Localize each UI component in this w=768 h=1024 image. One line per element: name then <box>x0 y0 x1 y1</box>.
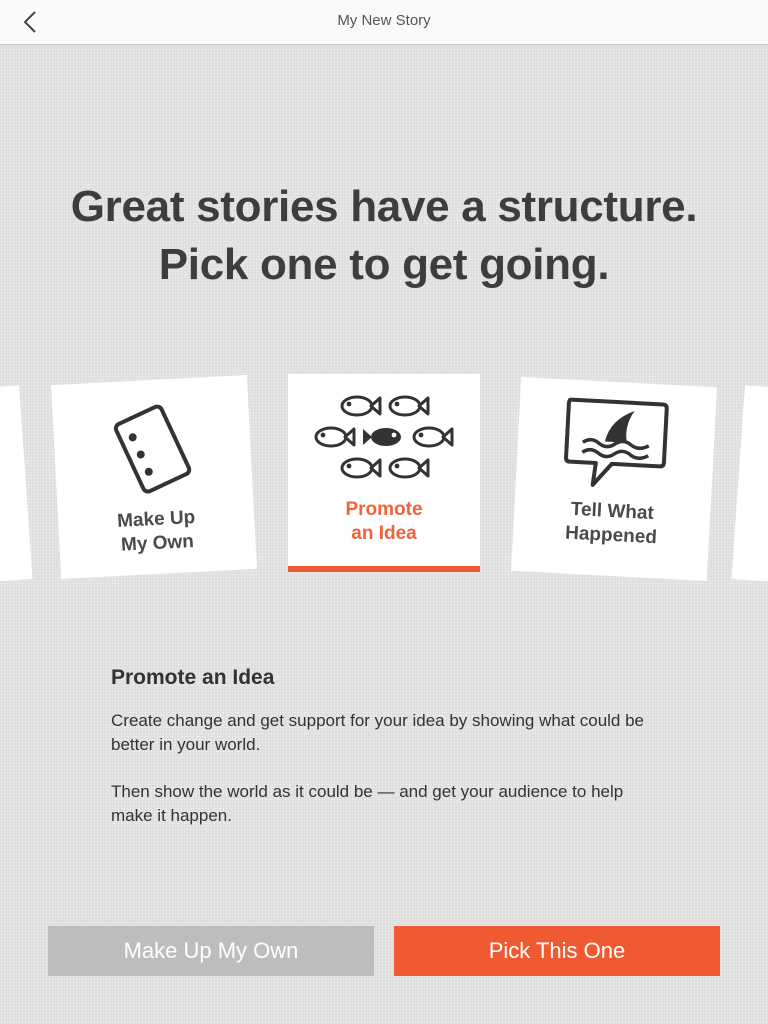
fish-school-icon <box>314 395 454 479</box>
description-title: Promote an Idea <box>111 666 275 689</box>
shark-speech-bubble-icon <box>564 397 669 487</box>
top-bar: My New Story <box>0 0 768 45</box>
make-up-my-own-button[interactable]: Make Up My Own <box>48 926 374 976</box>
description-paragraph-2: Then show the world as it could be — and… <box>111 782 624 825</box>
page-title: My New Story <box>337 12 431 29</box>
card-label-line-1: Promote <box>345 499 423 520</box>
description-paragraph-1: Create change and get support for your i… <box>111 711 645 754</box>
selected-indicator <box>288 566 480 572</box>
card-promote-an-idea[interactable]: Promote an Idea <box>288 374 480 572</box>
carousel-card-edge-right[interactable] <box>731 385 768 593</box>
headline-line-2: Pick one to get going. <box>158 240 610 289</box>
card-label-line-2: an Idea <box>351 523 417 544</box>
carousel-card-edge-left[interactable] <box>0 385 33 593</box>
headline-line-1: Great stories have a structure. <box>70 182 698 231</box>
pick-this-one-button[interactable]: Pick This One <box>394 926 720 976</box>
card-tell-what-happened[interactable]: Tell What Happened <box>511 377 717 581</box>
card-make-up-my-own[interactable]: Make Up My Own <box>51 375 257 579</box>
notebook-icon <box>113 404 192 494</box>
